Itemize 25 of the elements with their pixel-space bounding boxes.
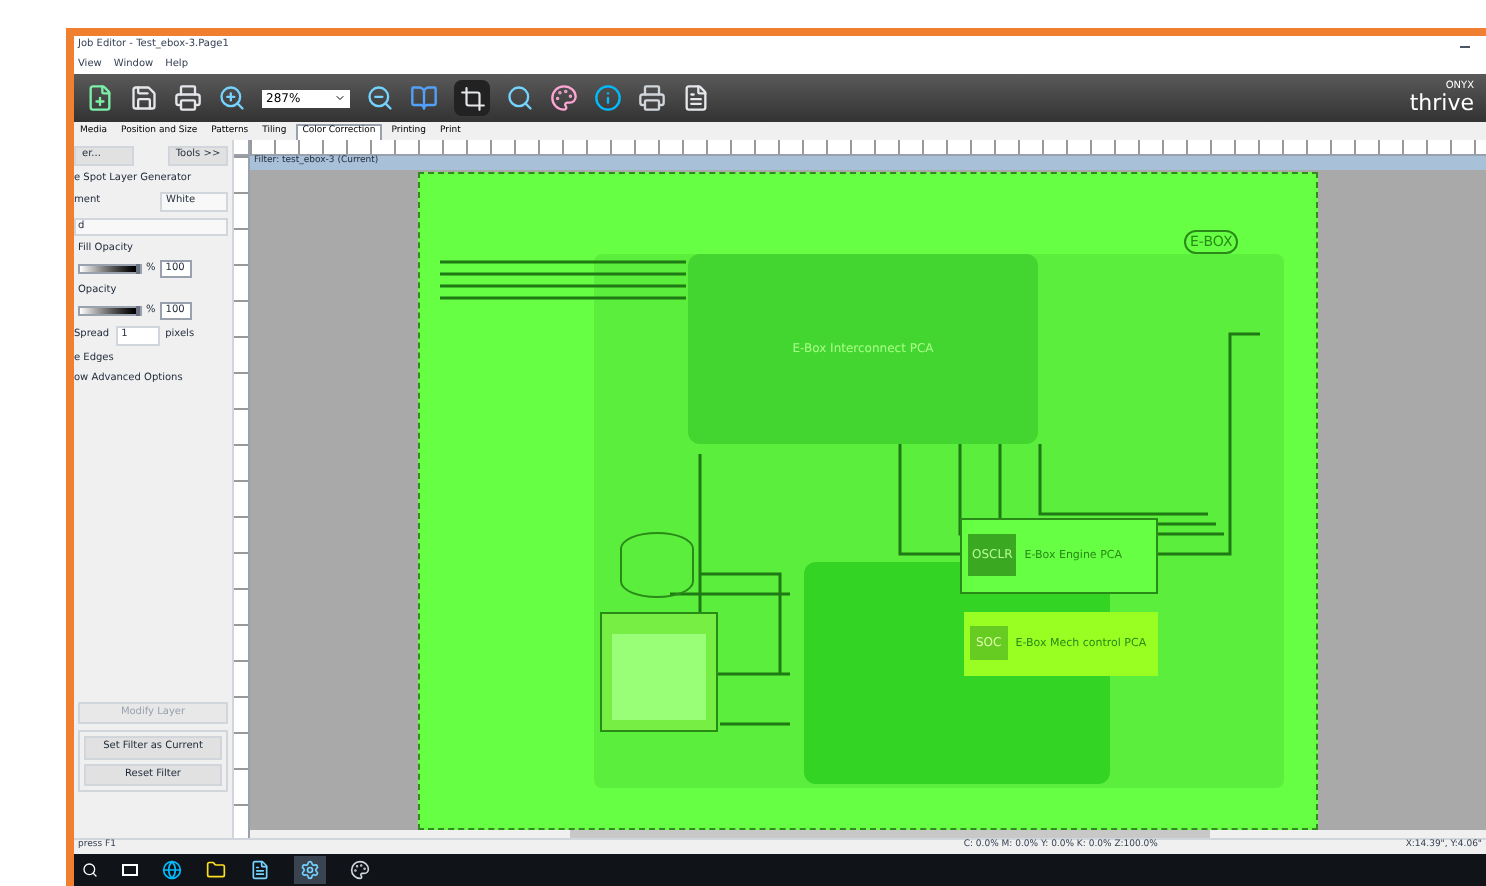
zoom-out-icon[interactable]	[366, 84, 394, 112]
gear-icon[interactable]	[300, 860, 320, 880]
folder-icon[interactable]	[206, 860, 226, 880]
crop-icon[interactable]	[459, 85, 485, 111]
palette-icon[interactable]	[550, 84, 578, 112]
search-icon[interactable]	[82, 862, 98, 878]
logo-bottom-text: thrive	[1409, 92, 1474, 114]
document-icon[interactable]	[682, 84, 710, 112]
cylinder-drawing	[620, 531, 694, 598]
globe-icon[interactable]	[162, 860, 182, 880]
info-icon[interactable]	[594, 84, 622, 112]
photo-placeholder	[612, 633, 706, 720]
book-icon[interactable]	[410, 84, 438, 112]
minimize-icon[interactable]	[1460, 45, 1470, 47]
document-icon[interactable]	[250, 860, 270, 880]
new-file-icon[interactable]	[86, 84, 114, 112]
printer-icon[interactable]	[174, 84, 202, 112]
ruler-corner	[234, 140, 250, 156]
task-view-icon[interactable]	[122, 864, 138, 876]
zoom-in-icon[interactable]	[218, 84, 246, 112]
printer-icon[interactable]	[638, 84, 666, 112]
palette-icon[interactable]	[350, 860, 370, 880]
chevron-down-icon	[334, 92, 346, 104]
save-icon[interactable]	[130, 84, 158, 112]
search-icon[interactable]	[506, 84, 534, 112]
